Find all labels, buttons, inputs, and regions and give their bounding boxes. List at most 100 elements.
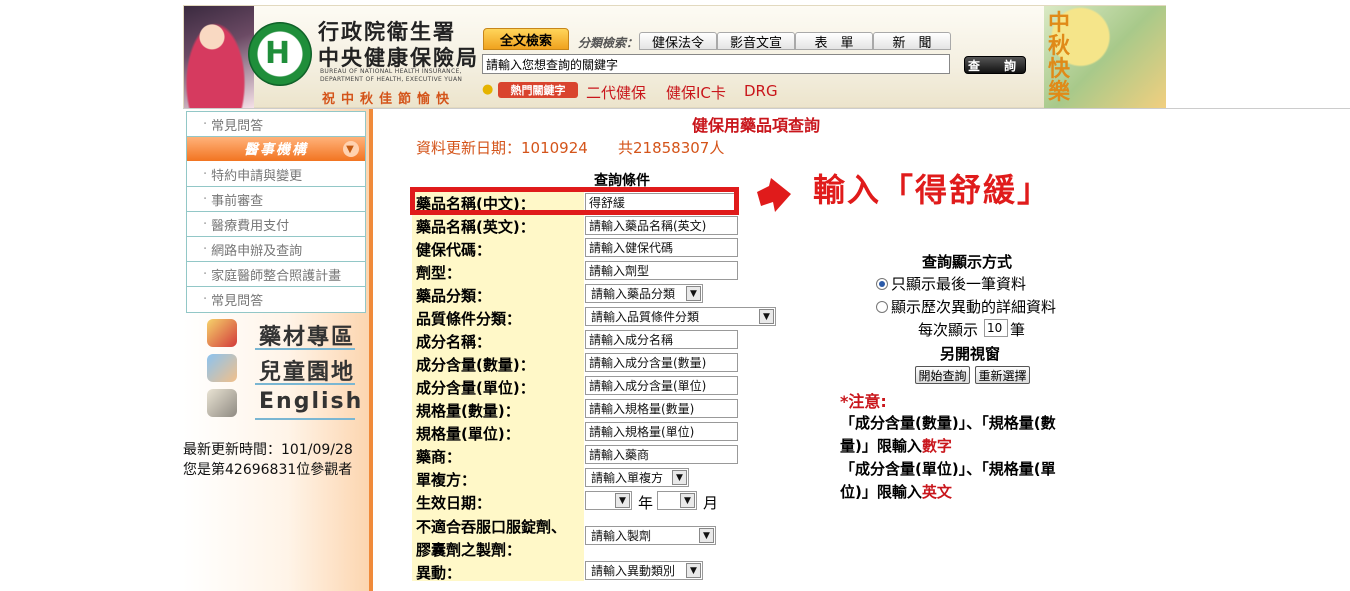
change-select[interactable]: 請輸入異動類別 ▼ <box>585 561 703 580</box>
mid-autumn-banner[interactable]: 中秋快樂 <box>1044 6 1166 109</box>
visitor-count-text: 您是第42696831位參觀者 <box>183 462 353 478</box>
banner-drug-materials[interactable]: 藥材專區 <box>193 315 363 351</box>
note-line2: 量)」限輸入數字 <box>840 435 952 456</box>
label-ingredient-unit: 成分含量(單位)： <box>416 379 535 397</box>
per-page-label: 每次顯示 <box>918 321 979 339</box>
hot-link-drg[interactable]: DRG <box>744 82 778 100</box>
quality-category-select[interactable]: 請輸入品質條件分類 ▼ <box>585 307 776 326</box>
annotation-text: 輸入「得舒緩」 <box>813 171 1052 209</box>
person-icon <box>207 389 237 417</box>
org-name-en-line2: DEPARTMENT OF HEALTH, EXECUTIVE YUAN <box>320 76 463 83</box>
sidebar-item-faq-top[interactable]: 常見問答 <box>187 112 365 137</box>
unsuitable-select[interactable]: 請輸入製劑 ▼ <box>585 526 716 545</box>
per-page-unit: 筆 <box>1010 321 1026 339</box>
sidebar-section-header[interactable]: 醫事機構 ▼ <box>187 137 365 161</box>
note-line1: 「成分含量(數量)」、「規格量(數 <box>840 412 1056 433</box>
ingredient-unit-input[interactable] <box>585 376 738 395</box>
chevron-down-icon: ▼ <box>680 493 695 508</box>
label-compound: 單複方： <box>416 471 477 489</box>
per-page-input[interactable] <box>984 319 1008 337</box>
label-unsuitable-line2: 膠囊劑之製劑： <box>416 541 522 559</box>
radio-show-history[interactable]: 顯示歷次異動的詳細資料 <box>876 296 1056 317</box>
label-change: 異動： <box>416 564 462 582</box>
new-window-label: 另開視窗 <box>940 345 1001 363</box>
keyword-search-input[interactable] <box>482 54 950 74</box>
spec-qty-input[interactable] <box>585 399 738 418</box>
lightbulb-icon: ● <box>482 82 494 97</box>
ingredient-name-input[interactable] <box>585 330 738 349</box>
sidebar-item-contract[interactable]: 特約申請與變更 <box>187 162 365 187</box>
display-options-title: 查詢顯示方式 <box>922 253 1013 271</box>
sidebar: 常見問答 醫事機構 ▼ 特約申請與變更 事前審查 醫療費用支付 網路申辦及查詢 … <box>183 109 373 591</box>
banner-underline <box>255 418 355 420</box>
total-count: 共21858307人 <box>618 139 725 157</box>
hot-link-ic-card[interactable]: 健保IC卡 <box>666 82 726 103</box>
last-updated-text: 最新更新時間：101/09/28 <box>183 442 353 458</box>
nhi-code-input[interactable] <box>585 238 738 257</box>
sidebar-item-family-doctor[interactable]: 家庭醫師整合照護計畫 <box>187 262 365 287</box>
sidebar-item-online-services[interactable]: 網路申辦及查詢 <box>187 237 365 262</box>
effective-month-select[interactable]: ▼ <box>657 491 697 510</box>
tab-fulltext-search[interactable]: 全文檢索 <box>483 28 569 50</box>
mid-autumn-banner-text: 中秋快樂 <box>1048 11 1071 105</box>
manufacturer-input[interactable] <box>585 445 738 464</box>
site-header: H 行政院衛生署 中央健康保險局 BUREAU OF NATIONAL HEAL… <box>183 5 1166 109</box>
unsuitable-value: 請輸入製劑 <box>591 529 652 543</box>
tab-health-law[interactable]: 健保法令 <box>639 32 717 51</box>
note-line3: 「成分含量(單位)」、「規格量(單 <box>840 458 1056 479</box>
note-numbers: 數字 <box>921 437 952 455</box>
festival-greeting: 祝中秋佳節愉快 <box>322 92 456 107</box>
page-title: 健保用藥品項查詢 <box>692 116 821 135</box>
label-manufacturer: 藥商： <box>416 448 462 466</box>
arrow-right-icon <box>757 178 791 212</box>
start-search-button[interactable]: 開始查詢 <box>915 366 970 384</box>
label-nhi-code: 健保代碼： <box>416 241 492 259</box>
spec-unit-input[interactable] <box>585 422 738 441</box>
note-line4-text: 位)」限輸入 <box>840 483 922 501</box>
banner-english[interactable]: English <box>193 385 363 421</box>
ingredient-qty-input[interactable] <box>585 353 738 372</box>
banner-kids[interactable]: 兒童園地 <box>193 350 363 386</box>
nhi-logo[interactable]: H <box>248 22 312 86</box>
radio-button-checked[interactable] <box>876 277 888 290</box>
month-unit: 月 <box>703 494 719 512</box>
radio-button[interactable] <box>876 300 888 313</box>
chevron-down-icon: ▼ <box>686 286 701 301</box>
radio-show-latest[interactable]: 只顯示最後一筆資料 <box>876 273 1026 294</box>
sidebar-item-faq[interactable]: 常見問答 <box>187 287 365 312</box>
child-icon <box>207 354 237 382</box>
name-en-input[interactable] <box>585 216 738 235</box>
drug-category-select[interactable]: 請輸入藥品分類 ▼ <box>585 284 703 303</box>
sidebar-item-payment[interactable]: 醫療費用支付 <box>187 212 365 237</box>
note-line4: 位)」限輸入英文 <box>840 481 952 502</box>
data-update-date: 資料更新日期：1010924 <box>416 139 588 157</box>
banner-english-label: English <box>259 389 364 414</box>
highlight-box <box>410 187 739 215</box>
sidebar-divider <box>369 109 373 591</box>
label-ingredient-name: 成分名稱： <box>416 333 492 351</box>
radio-show-history-label: 顯示歷次異動的詳細資料 <box>891 298 1057 316</box>
banner-kids-label: 兒童園地 <box>259 360 356 385</box>
chevron-down-icon: ▼ <box>759 309 774 324</box>
year-unit: 年 <box>638 494 654 512</box>
search-button[interactable]: 查 詢 <box>964 56 1026 74</box>
chevron-down-icon: ▼ <box>686 563 701 578</box>
org-name-en-line1: BUREAU OF NATIONAL HEALTH INSURANCE, <box>320 68 462 75</box>
compound-value: 請輸入單複方 <box>591 471 664 485</box>
reset-button[interactable]: 重新選擇 <box>975 366 1030 384</box>
tab-news[interactable]: 新 聞 <box>873 32 951 51</box>
tab-media[interactable]: 影音文宣 <box>717 32 795 51</box>
compound-select[interactable]: 請輸入單複方 ▼ <box>585 468 689 487</box>
effective-year-select[interactable]: ▼ <box>585 491 632 510</box>
label-unsuitable-line1: 不適合吞服口服錠劑、 <box>416 518 567 536</box>
banner-drug-materials-label: 藥材專區 <box>259 325 356 350</box>
header-illustration <box>184 6 254 109</box>
sidebar-item-prior-review[interactable]: 事前審查 <box>187 187 365 212</box>
chevron-down-icon: ▼ <box>343 141 359 157</box>
hot-link-nhi2[interactable]: 二代健保 <box>586 82 646 103</box>
tab-forms[interactable]: 表 單 <box>795 32 873 51</box>
label-effective-date: 生效日期： <box>416 494 492 512</box>
label-dosage-form: 劑型： <box>416 264 462 282</box>
dosage-form-input[interactable] <box>585 261 738 280</box>
note-line2-text: 量)」限輸入 <box>840 437 922 455</box>
